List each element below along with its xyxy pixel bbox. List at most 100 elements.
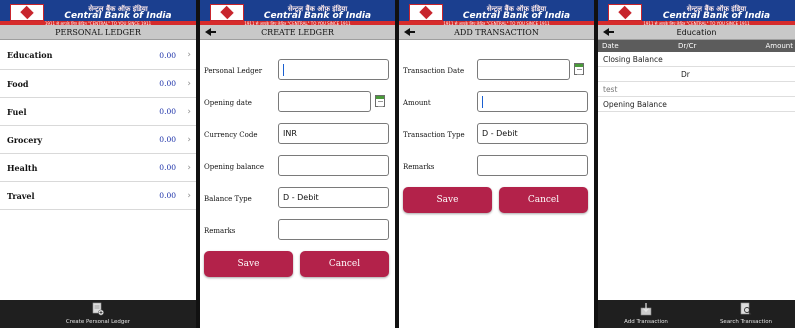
closing-balance-label: Closing Balance xyxy=(603,54,663,64)
transaction-type-row: Transaction Type D - Debit xyxy=(399,123,594,155)
bank-logo-icon xyxy=(608,4,642,21)
ledger-name: Travel xyxy=(7,190,35,201)
remarks-input[interactable] xyxy=(278,219,389,240)
bottom-bar: Add Transaction Search Transaction xyxy=(598,300,795,328)
ledger-amount: 0.00 xyxy=(159,135,176,144)
ledger-detail-screen: सेन्ट्रल बैंक ऑफ़ इंडिया Central Bank of… xyxy=(598,0,795,328)
opening-balance-row: Opening Balance xyxy=(598,97,795,112)
cancel-button[interactable]: Cancel xyxy=(499,187,588,213)
opening-date-label: Opening date xyxy=(204,99,252,107)
ledger-name: Food xyxy=(7,78,29,89)
amount-label: Amount xyxy=(403,99,431,107)
personal-ledger-input[interactable] xyxy=(278,59,389,80)
table-row[interactable]: test xyxy=(598,82,795,97)
add-transaction-button[interactable]: Add Transaction xyxy=(606,302,686,325)
ledger-item-health[interactable]: Health 0.00 › xyxy=(0,154,196,182)
ledger-amount: 0.00 xyxy=(159,163,176,172)
column-date: Date xyxy=(602,42,619,50)
remarks-label: Remarks xyxy=(403,163,435,171)
bank-name-english: Central Bank of India xyxy=(64,10,172,21)
personal-ledger-screen: सेन्ट्रल बैंक ऑफ़ इंडिया Central Bank of… xyxy=(0,0,196,328)
create-ledger-form: Personal Ledger Opening date Currency Co… xyxy=(200,40,395,328)
ledger-item-travel[interactable]: Travel 0.00 › xyxy=(0,182,196,210)
bank-header: सेन्ट्रल बैंक ऑफ़ इंडिया Central Bank of… xyxy=(598,0,795,26)
currency-code-row: Currency Code INR xyxy=(200,123,395,155)
ledger-amount: 0.00 xyxy=(159,191,176,200)
ledger-item-fuel[interactable]: Fuel 0.00 › xyxy=(0,98,196,126)
ledger-name: Health xyxy=(7,162,38,173)
bank-logo-icon xyxy=(10,4,44,21)
amount-input[interactable] xyxy=(477,91,588,112)
app-screens: सेन्ट्रल बैंक ऑफ़ इंडिया Central Bank of… xyxy=(0,0,795,328)
opening-balance-label: Opening balance xyxy=(204,163,264,171)
bank-name-english: Central Bank of India xyxy=(662,10,771,21)
ledger-amount: 0.00 xyxy=(159,107,176,116)
opening-balance-input[interactable] xyxy=(278,155,389,176)
search-transaction-button[interactable]: Search Transaction xyxy=(704,302,788,325)
balance-type-label: Balance Type xyxy=(204,195,252,203)
ledger-list: Education 0.00 › Food 0.00 › Fuel 0.00 ›… xyxy=(0,41,196,210)
add-transaction-label: Add Transaction xyxy=(624,319,668,325)
table-header: Date Dr/Cr Amount xyxy=(598,40,795,52)
create-personal-ledger-button[interactable]: Create Personal Ledger xyxy=(0,302,196,325)
chevron-right-icon: › xyxy=(187,163,191,173)
remarks-label: Remarks xyxy=(204,227,236,235)
personal-ledger-row: Personal Ledger xyxy=(200,59,395,91)
title-bar: Education xyxy=(598,25,795,40)
save-button[interactable]: Save xyxy=(403,187,492,213)
bank-name-english: Central Bank of India xyxy=(462,10,571,21)
chevron-right-icon: › xyxy=(187,79,191,89)
page-title: CREATE LEDGER xyxy=(261,27,334,37)
add-transaction-form: Transaction Date Amount Transaction Type… xyxy=(399,40,594,328)
currency-code-input[interactable]: INR xyxy=(278,123,389,144)
transaction-date-row: Transaction Date xyxy=(399,59,594,91)
calendar-icon[interactable] xyxy=(574,63,584,75)
search-transaction-icon xyxy=(740,302,752,315)
remarks-input[interactable] xyxy=(477,155,588,176)
transaction-date-label: Transaction Date xyxy=(403,67,465,75)
bank-logo-icon xyxy=(210,4,244,21)
back-arrow-icon[interactable] xyxy=(603,27,614,37)
back-arrow-icon[interactable] xyxy=(404,27,415,37)
title-bar: CREATE LEDGER xyxy=(200,25,395,40)
personal-ledger-label: Personal Ledger xyxy=(204,67,263,75)
bank-header: सेन्ट्रल बैंक ऑफ़ इंडिया Central Bank of… xyxy=(200,0,395,26)
ledger-item-food[interactable]: Food 0.00 › xyxy=(0,70,196,98)
amount-row: Amount xyxy=(399,91,594,123)
title-bar: PERSONAL LEDGER xyxy=(0,25,196,40)
chevron-right-icon: › xyxy=(187,50,191,60)
ledger-item-grocery[interactable]: Grocery 0.00 › xyxy=(0,126,196,154)
remarks-row: Remarks xyxy=(200,219,395,251)
cancel-button[interactable]: Cancel xyxy=(300,251,389,277)
ledger-item-education[interactable]: Education 0.00 › xyxy=(0,41,196,70)
bank-logo-icon xyxy=(409,4,443,21)
ledger-name: Education xyxy=(7,50,53,60)
transaction-type-label: Transaction Type xyxy=(403,131,465,139)
balance-type-select[interactable]: D - Debit xyxy=(278,187,389,208)
closing-balance-row: Closing Balance xyxy=(598,52,795,67)
save-button[interactable]: Save xyxy=(204,251,293,277)
bank-header: सेन्ट्रल बैंक ऑफ़ इंडिया Central Bank of… xyxy=(0,0,196,26)
create-ledger-icon xyxy=(92,302,104,316)
chevron-right-icon: › xyxy=(187,191,191,201)
ledger-name: Grocery xyxy=(7,134,43,145)
back-arrow-icon[interactable] xyxy=(205,27,216,37)
currency-code-label: Currency Code xyxy=(204,131,258,139)
add-transaction-icon xyxy=(640,303,652,316)
transaction-type-select[interactable]: D - Debit xyxy=(477,123,588,144)
page-title: Education xyxy=(676,27,717,37)
calendar-icon[interactable] xyxy=(375,95,385,107)
title-bar: ADD TRANSACTION xyxy=(399,25,594,40)
table-row[interactable]: Dr xyxy=(598,67,795,82)
ledger-name: Fuel xyxy=(7,106,27,117)
create-ledger-label: Create Personal Ledger xyxy=(65,319,131,325)
opening-date-input[interactable] xyxy=(278,91,371,112)
page-title: ADD TRANSACTION xyxy=(454,27,539,37)
add-transaction-screen: सेन्ट्रल बैंक ऑफ़ इंडिया Central Bank of… xyxy=(399,0,594,328)
opening-balance-label: Opening Balance xyxy=(603,99,667,109)
transaction-date-input[interactable] xyxy=(477,59,570,80)
bank-header: सेन्ट्रल बैंक ऑफ़ इंडिया Central Bank of… xyxy=(399,0,594,26)
bank-name-english: Central Bank of India xyxy=(263,10,372,21)
search-transaction-label: Search Transaction xyxy=(719,319,773,325)
page-title: PERSONAL LEDGER xyxy=(55,27,141,37)
